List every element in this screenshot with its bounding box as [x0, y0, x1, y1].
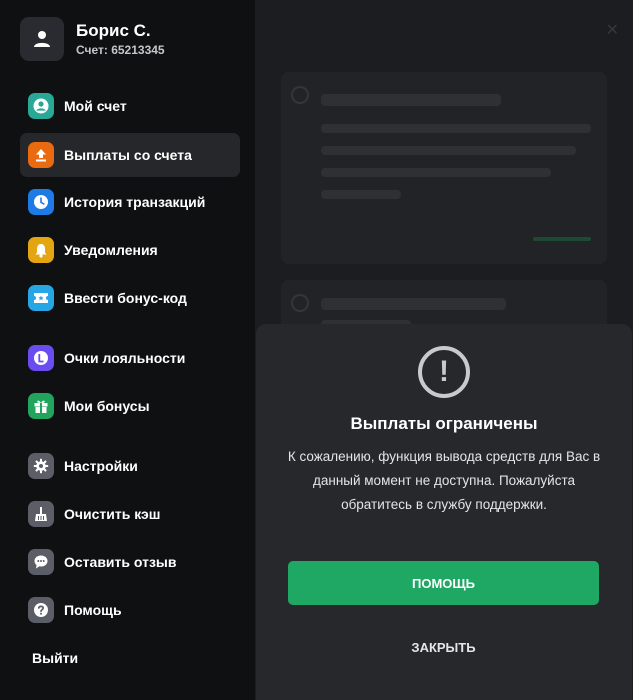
- sidebar-item-loyalty-points[interactable]: Очки лояльности: [20, 336, 240, 380]
- sidebar-item-label: Мой счет: [64, 98, 127, 114]
- account-number: Счет: 65213345: [76, 43, 165, 57]
- withdrawal-restricted-modal: ! Выплаты ограничены К сожалению, функци…: [256, 324, 632, 700]
- user-name: Борис С.: [76, 21, 151, 40]
- background-close-icon: ✕: [605, 22, 619, 39]
- upload-arrow-icon: [28, 142, 54, 168]
- sidebar-item-label: Мои бонусы: [64, 398, 150, 414]
- sidebar-item-label: Уведомления: [64, 242, 158, 258]
- sidebar-item-feedback[interactable]: Оставить отзыв: [20, 540, 240, 584]
- gear-icon: [28, 453, 54, 479]
- sidebar-item-transaction-history[interactable]: История транзакций: [20, 180, 240, 224]
- modal-message: К сожалению, функция вывода средств для …: [287, 449, 601, 512]
- sidebar: Борис С. Счет: 65213345 Мой счет Выплаты…: [0, 0, 255, 700]
- logout-link[interactable]: Выйти: [32, 650, 78, 666]
- ticket-icon: [28, 285, 54, 311]
- sidebar-item-my-bonuses[interactable]: Мои бонусы: [20, 384, 240, 428]
- chat-bubble-icon: [28, 549, 54, 575]
- exclamation-circle-icon: !: [418, 346, 470, 398]
- sidebar-item-clear-cache[interactable]: Очистить кэш: [20, 492, 240, 536]
- sidebar-item-my-account[interactable]: Мой счет: [20, 84, 240, 128]
- close-button[interactable]: ЗАКРЫТЬ: [288, 627, 599, 667]
- modal-title: Выплаты ограничены: [350, 414, 538, 433]
- sidebar-item-label: Ввести бонус-код: [64, 290, 187, 306]
- sidebar-item-notifications[interactable]: Уведомления: [20, 228, 240, 272]
- clock-icon: [28, 189, 54, 215]
- sidebar-item-label: Помощь: [64, 602, 122, 618]
- sidebar-item-label: Очки лояльности: [64, 350, 186, 366]
- background-card-icon: [291, 86, 309, 104]
- bell-icon: [28, 237, 54, 263]
- broom-icon: [28, 501, 54, 527]
- user-profile[interactable]: Борис С. Счет: 65213345: [20, 17, 165, 61]
- question-icon: [28, 597, 54, 623]
- gift-icon: [28, 393, 54, 419]
- sidebar-item-label: Выплаты со счета: [64, 147, 192, 163]
- sidebar-item-label: Оставить отзыв: [64, 554, 177, 570]
- user-circle-icon: [28, 93, 54, 119]
- user-icon: [34, 31, 50, 47]
- avatar[interactable]: [20, 17, 64, 61]
- sidebar-item-label: История транзакций: [64, 194, 206, 210]
- sidebar-item-help[interactable]: Помощь: [20, 588, 240, 632]
- loyalty-coin-icon: [28, 345, 54, 371]
- sidebar-item-label: Настройки: [64, 458, 138, 474]
- sidebar-item-label: Очистить кэш: [64, 506, 161, 522]
- background-card: [281, 72, 607, 264]
- help-button[interactable]: ПОМОЩЬ: [288, 561, 599, 605]
- background-card-icon: [291, 294, 309, 312]
- sidebar-item-bonus-code[interactable]: Ввести бонус-код: [20, 276, 240, 320]
- sidebar-item-settings[interactable]: Настройки: [20, 444, 240, 488]
- sidebar-item-withdrawals[interactable]: Выплаты со счета: [20, 133, 240, 177]
